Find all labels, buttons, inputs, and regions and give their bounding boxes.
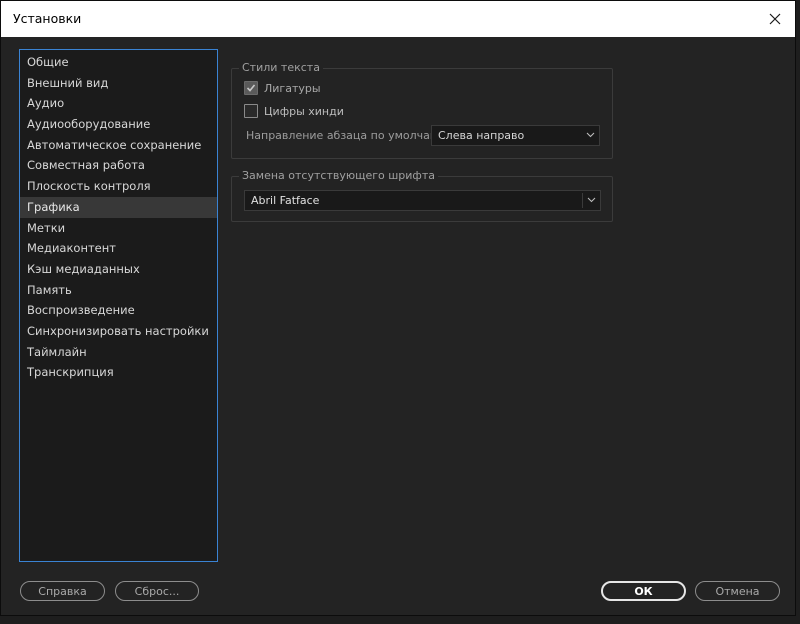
- sidebar-item[interactable]: Совместная работа: [20, 155, 217, 176]
- missing-font-value: Abril Fatface: [251, 194, 320, 207]
- missing-font-legend: Замена отсутствующего шрифта: [239, 169, 438, 183]
- chevron-down-icon: [587, 197, 596, 203]
- close-icon: [769, 13, 781, 25]
- preferences-dialog: Установки Общие Внешний вид Аудио Аудиообор…: [0, 0, 796, 616]
- reset-button[interactable]: Сброс...: [115, 581, 199, 601]
- paragraph-direction-value: Слева направо: [438, 129, 525, 142]
- hindi-digits-label: Цифры хинди: [264, 104, 344, 118]
- help-button[interactable]: Справка: [20, 581, 105, 601]
- sidebar-item[interactable]: Кэш медиаданных: [20, 259, 217, 280]
- ok-button[interactable]: ОК: [601, 581, 686, 601]
- paragraph-direction-select[interactable]: Слева направо: [431, 125, 600, 146]
- sidebar-item[interactable]: Общие: [20, 52, 217, 73]
- sidebar-item[interactable]: Автоматическое сохранение: [20, 135, 217, 156]
- ligatures-row: Лигатуры: [244, 80, 321, 96]
- sidebar-item[interactable]: Плоскость контроля: [20, 176, 217, 197]
- close-button[interactable]: [759, 3, 791, 35]
- checkmark-icon: [246, 84, 256, 92]
- sidebar-item[interactable]: Графика: [20, 196, 217, 218]
- select-divider: [582, 193, 583, 208]
- chevron-down-icon: [586, 132, 595, 138]
- sidebar-item[interactable]: Воспроизведение: [20, 300, 217, 321]
- category-list[interactable]: Общие Внешний вид Аудио Аудиооборудование Ав…: [19, 49, 218, 562]
- sidebar-item[interactable]: Метки: [20, 218, 217, 239]
- ligatures-checkbox[interactable]: [244, 81, 258, 95]
- hindi-digits-checkbox[interactable]: [244, 104, 258, 118]
- sidebar-item[interactable]: Таймлайн: [20, 342, 217, 363]
- sidebar-item[interactable]: Внешний вид: [20, 73, 217, 94]
- window-title: Установки: [13, 11, 82, 26]
- sidebar-item[interactable]: Синхронизировать настройки: [20, 321, 217, 342]
- sidebar-item[interactable]: Транскрипция: [20, 362, 217, 383]
- missing-font-select[interactable]: Abril Fatface: [244, 190, 601, 211]
- paragraph-direction-label: Направление абзаца по умолчанию:: [246, 129, 458, 142]
- cancel-button[interactable]: Отмена: [695, 581, 780, 601]
- sidebar-item[interactable]: Аудио: [20, 93, 217, 114]
- missing-font-group: Замена отсутствующего шрифта Abril Fatfa…: [231, 169, 613, 222]
- hindi-digits-row: Цифры хинди: [244, 103, 344, 119]
- text-styles-group: Стили текста Лигатуры Цифры хинди Направ…: [231, 61, 613, 159]
- ligatures-label: Лигатуры: [264, 81, 321, 95]
- sidebar-item[interactable]: Аудиооборудование: [20, 114, 217, 135]
- text-styles-legend: Стили текста: [239, 61, 323, 75]
- sidebar-item[interactable]: Память: [20, 280, 217, 301]
- sidebar-item[interactable]: Медиаконтент: [20, 238, 217, 259]
- title-bar[interactable]: Установки: [1, 1, 795, 37]
